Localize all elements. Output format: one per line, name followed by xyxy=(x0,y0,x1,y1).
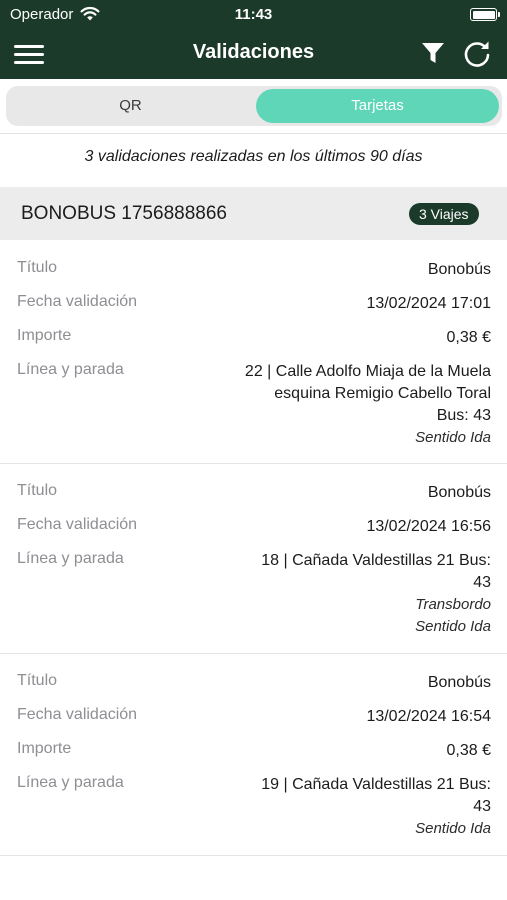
title-value: Bonobús xyxy=(427,484,491,501)
direction-note: Sentido Ida xyxy=(415,618,491,635)
stop-value: 22 | Calle Adolfo Miaja de la Muela esqu… xyxy=(191,361,491,449)
amount-value: 0,38 € xyxy=(446,329,491,346)
date-label: Fecha validación xyxy=(17,516,138,533)
validation-record: Título Bonobús Fecha validación 13/02/20… xyxy=(0,240,507,464)
navigation-bar: Validaciones xyxy=(0,28,507,79)
title-label: Título xyxy=(17,482,58,499)
stop-line: Bus: 43 xyxy=(436,407,491,424)
amount-value: 0,38 € xyxy=(446,742,491,759)
date-value: 13/02/2024 17:01 xyxy=(366,295,491,312)
menu-button[interactable] xyxy=(14,40,46,66)
status-bar: Operador 11:43 xyxy=(0,0,507,28)
status-time: 11:43 xyxy=(234,6,273,23)
stop-line: 43 xyxy=(473,574,491,591)
battery-icon xyxy=(470,8,500,21)
stop-line: esquina Remigio Cabello Toral xyxy=(274,385,491,402)
amount-label: Importe xyxy=(17,740,72,757)
title-label: Título xyxy=(17,672,58,689)
hamburger-menu-icon xyxy=(14,45,44,48)
stop-label: Línea y parada xyxy=(17,550,124,567)
direction-note: Sentido Ida xyxy=(415,429,491,446)
date-value: 13/02/2024 16:56 xyxy=(366,518,491,535)
date-label: Fecha validación xyxy=(17,293,138,310)
stop-value: 18 | Cañada Valdestillas 21 Bus: 43 Tran… xyxy=(191,550,491,638)
app-header: Operador 11:43 Validaciones xyxy=(0,0,507,79)
filter-funnel-icon[interactable] xyxy=(418,39,448,67)
tab-tarjetas[interactable]: Tarjetas xyxy=(256,89,499,123)
transfer-note: Transbordo xyxy=(415,596,491,613)
validation-record: Título Bonobús Fecha validación 13/02/20… xyxy=(0,464,507,654)
title-label: Título xyxy=(17,259,58,276)
tab-qr[interactable]: QR xyxy=(9,89,252,123)
stop-label: Línea y parada xyxy=(17,361,124,378)
stop-line: 43 xyxy=(473,798,491,815)
stop-line: 22 | Calle Adolfo Miaja de la Muela xyxy=(244,363,491,380)
card-header: BONOBUS 1756888866 3 Viajes xyxy=(0,187,507,240)
direction-note: Sentido Ida xyxy=(415,820,491,837)
tab-bar: QR Tarjetas xyxy=(0,79,507,134)
date-value: 13/02/2024 16:54 xyxy=(366,708,491,725)
date-label: Fecha validación xyxy=(17,706,138,723)
trips-badge: 3 Viajes xyxy=(409,203,479,225)
validations-summary: 3 validaciones realizadas en los últimos… xyxy=(84,148,423,165)
stop-line: 19 | Cañada Valdestillas 21 Bus: xyxy=(261,776,491,793)
stop-value: 19 | Cañada Valdestillas 21 Bus: 43 Sent… xyxy=(191,774,491,840)
refresh-icon[interactable] xyxy=(461,38,493,68)
amount-label: Importe xyxy=(17,327,72,344)
stop-label: Línea y parada xyxy=(17,774,124,791)
validation-record: Título Bonobús Fecha validación 13/02/20… xyxy=(0,654,507,856)
title-value: Bonobús xyxy=(427,261,491,278)
card-title: BONOBUS 1756888866 xyxy=(21,203,227,224)
title-value: Bonobús xyxy=(427,674,491,691)
stop-line: 18 | Cañada Valdestillas 21 Bus: xyxy=(261,552,491,569)
segmented-control: QR Tarjetas xyxy=(6,86,502,126)
